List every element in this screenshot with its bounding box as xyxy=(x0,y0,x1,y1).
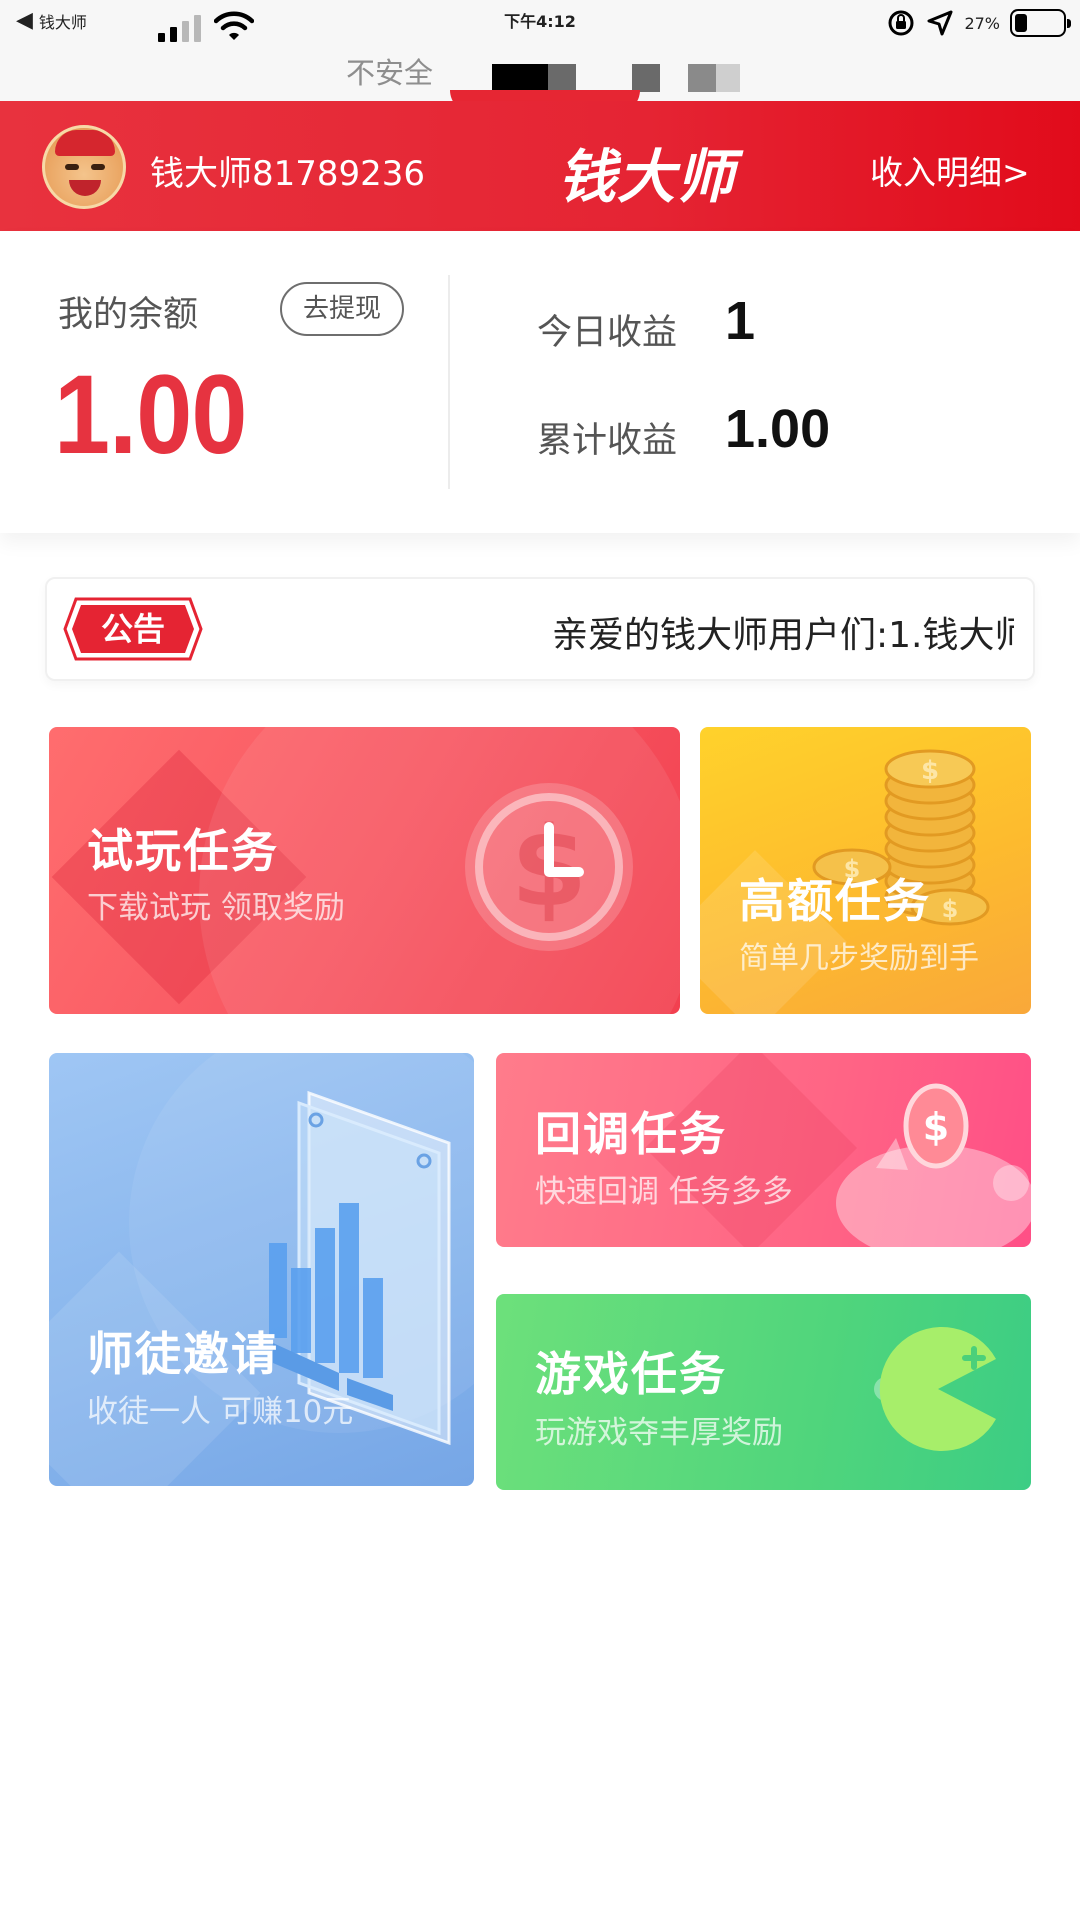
status-right-group: 27% xyxy=(886,8,1071,38)
withdraw-button[interactable]: 去提现 xyxy=(280,282,404,336)
clock-dollar-icon: $ xyxy=(465,783,633,951)
username: 钱大师81789236 xyxy=(150,154,426,194)
battery-percent: 27% xyxy=(964,13,1000,33)
avatar[interactable] xyxy=(42,125,126,209)
svg-text:$: $ xyxy=(923,1105,949,1149)
redacted-url-block xyxy=(632,64,660,92)
redacted-url-block xyxy=(492,64,548,92)
notice-badge-label: 公告 xyxy=(101,610,165,648)
balance-label: 我的余额 xyxy=(58,295,199,335)
today-earnings-value: 1 xyxy=(725,291,756,351)
redacted-url-block xyxy=(548,64,576,92)
high-task-title: 高额任务 xyxy=(739,874,931,928)
high-task-subtitle: 简单几步奖励到手 xyxy=(739,941,979,976)
notice-text: 亲爱的钱大师用户们:1.钱大师 xyxy=(552,615,1014,656)
svg-text:$: $ xyxy=(921,756,939,786)
income-detail-link[interactable]: 收入明细> xyxy=(870,146,1030,194)
mentor-invite-card[interactable]: 师徒邀请 收徒一人 可赚10元 xyxy=(49,1053,474,1486)
svg-text:$: $ xyxy=(942,895,959,923)
trial-task-title: 试玩任务 xyxy=(87,824,279,878)
redacted-url-block xyxy=(688,64,716,92)
mentor-invite-subtitle: 收徒一人 可赚10元 xyxy=(87,1394,354,1430)
game-task-subtitle: 玩游戏夺丰厚奖励 xyxy=(535,1415,783,1451)
divider xyxy=(448,275,450,489)
battery-icon xyxy=(1010,9,1071,37)
security-label: 不安全 xyxy=(346,56,434,90)
redacted-url-block xyxy=(716,64,740,92)
location-icon xyxy=(927,10,953,36)
pacman-icon xyxy=(874,1327,996,1451)
piggy-bank-icon: $ xyxy=(836,1083,1031,1247)
today-earnings-label: 今日收益 xyxy=(537,313,678,353)
app-logo: 钱大师 xyxy=(558,143,736,211)
game-task-card[interactable]: 游戏任务 玩游戏夺丰厚奖励 xyxy=(496,1294,1031,1490)
rotation-lock-icon xyxy=(888,10,914,36)
trial-task-card[interactable]: $ 试玩任务 下载试玩 领取奖励 xyxy=(49,727,680,1014)
callback-task-subtitle: 快速回调 任务多多 xyxy=(535,1174,793,1210)
trial-task-subtitle: 下载试玩 领取奖励 xyxy=(87,890,345,926)
mentor-invite-title: 师徒邀请 xyxy=(87,1327,279,1381)
total-earnings-label: 累计收益 xyxy=(537,421,678,461)
callback-task-title: 回调任务 xyxy=(535,1107,727,1161)
game-task-title: 游戏任务 xyxy=(535,1347,727,1401)
total-earnings-value: 1.00 xyxy=(725,399,831,459)
callback-task-card[interactable]: $ 回调任务 快速回调 任务多多 xyxy=(496,1053,1031,1247)
notice-badge: 公告 xyxy=(63,597,203,661)
balance-value: 1.00 xyxy=(54,352,247,477)
high-task-card[interactable]: $ $ $ 高额任务 简单几步奖励到手 xyxy=(700,727,1031,1014)
